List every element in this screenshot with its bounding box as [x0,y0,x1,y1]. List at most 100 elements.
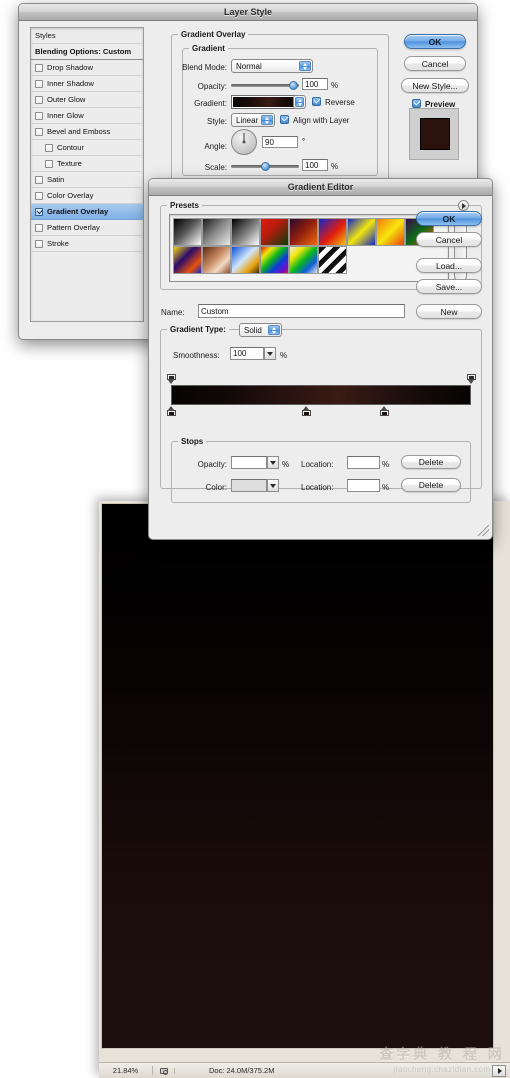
sidebar-item-inner-glow[interactable]: Inner Glow [31,108,143,124]
blend-mode-select[interactable]: Normal [231,59,313,73]
gradient-preset-orange-yellow-orange[interactable] [376,218,405,246]
gradient-ramp[interactable] [171,385,471,405]
effect-checkbox[interactable] [35,63,43,72]
sidebar-item-contour[interactable]: Contour [31,140,143,156]
save-button[interactable]: Save... [416,279,482,294]
sidebar-item-gradient-overlay[interactable]: Gradient Overlay [31,204,143,220]
presets-menu-icon[interactable] [458,200,469,211]
sidebar-item-inner-shadow[interactable]: Inner Shadow [31,76,143,92]
gradient-preset-violet-orange[interactable] [289,218,318,246]
smoothness-dropdown-button[interactable] [264,347,276,360]
zoom-level[interactable]: 21.84% [99,1066,153,1075]
sidebar-item-bevel-and-emboss[interactable]: Bevel and Emboss [31,124,143,140]
new-gradient-button[interactable]: New [416,304,482,319]
sidebar-item-drop-shadow[interactable]: Drop Shadow [31,60,143,76]
gradient-preset-red-green[interactable] [260,218,289,246]
effect-checkbox[interactable] [35,79,43,88]
effect-checkbox[interactable] [35,111,43,120]
gradient-preset-copper[interactable] [202,246,231,274]
delete-opacity-stop-button[interactable]: Delete [401,455,461,469]
gradient-preset-spectrum[interactable] [260,246,289,274]
sidebar-item-satin[interactable]: Satin [31,172,143,188]
effect-checkbox[interactable] [35,239,43,248]
blend-mode-value: Normal [236,61,262,71]
gradient-preset-blue-red-yellow[interactable] [318,218,347,246]
document-canvas[interactable] [101,503,494,1049]
gradient-name-input[interactable]: Custom [198,304,405,318]
style-select[interactable]: Linear [231,113,275,127]
gradient-preset-foreground-to-background[interactable] [173,218,202,246]
stop-color-location-input[interactable] [347,479,380,492]
delete-color-stop-button[interactable]: Delete [401,478,461,492]
angle-input[interactable]: 90 [262,136,298,148]
smoothness-input[interactable]: 100 [230,347,264,360]
gradient-preview-swatch[interactable] [231,95,298,109]
effect-checkbox[interactable] [35,95,43,104]
chevron-updown-icon [261,115,273,125]
layer-style-titlebar[interactable]: Layer Style [19,4,477,21]
styles-header-label: Styles [35,31,56,40]
gradient-editor-ok-button[interactable]: OK [416,211,482,226]
opacity-stop-0[interactable] [166,374,176,384]
styles-list-header[interactable]: Styles [31,28,143,44]
color-stop-2[interactable] [379,406,389,416]
effect-checkbox[interactable] [45,159,53,168]
scale-slider[interactable] [231,161,299,171]
sidebar-item-stroke[interactable]: Stroke [31,236,143,252]
color-stop-0[interactable] [166,406,176,416]
stop-opacity-label: Opacity: [197,460,227,469]
gradient-preset-transparent-rainbow[interactable] [289,246,318,274]
document-status-bar: 21.84% Doc: 24.0M/375.2M [99,1062,510,1078]
resize-grip[interactable] [478,525,489,536]
opacity-input[interactable]: 100 [302,78,328,90]
stop-color-swatch[interactable] [231,479,267,492]
effect-checkbox[interactable] [35,191,43,200]
opacity-unit: % [331,81,339,90]
gradient-editor-cancel-button[interactable]: Cancel [416,232,482,247]
stop-color-location-label: Location: [301,483,334,492]
opacity-stop-1[interactable] [466,374,476,384]
gradient-preset-black-white[interactable] [231,218,260,246]
sidebar-item-texture[interactable]: Texture [31,156,143,172]
gradient-preset-blue-yellow-blue[interactable] [347,218,376,246]
document-window: 21.84% Doc: 24.0M/375.2M [99,501,510,1078]
scale-input[interactable]: 100 [302,159,328,171]
gradient-preset-yellow-violet-orange-blue[interactable] [173,246,202,274]
sidebar-item-pattern-overlay[interactable]: Pattern Overlay [31,220,143,236]
styles-list[interactable]: Styles Blending Options: Custom Drop Sha… [30,27,144,322]
gradient-preset-foreground-to-transparent[interactable] [202,218,231,246]
reverse-label: Reverse [325,98,355,107]
scale-value: 100 [305,160,319,170]
stop-opacity-location-unit: % [382,460,390,469]
sidebar-item-color-overlay[interactable]: Color Overlay [31,188,143,204]
layer-style-cancel-button[interactable]: Cancel [404,56,466,71]
opacity-slider[interactable] [231,80,299,90]
stop-opacity-dropdown-button[interactable] [267,456,279,469]
presets-well[interactable] [169,214,449,282]
align-with-layer-checkbox[interactable] [280,115,289,124]
reverse-checkbox[interactable] [312,97,321,106]
effect-checkbox[interactable] [45,143,53,152]
preview-checkbox[interactable] [412,99,421,108]
effect-checkbox[interactable] [35,223,43,232]
sidebar-item-blending-options[interactable]: Blending Options: Custom [31,44,143,60]
effect-checkbox[interactable] [35,207,43,216]
stop-color-dropdown-button[interactable] [267,479,279,492]
new-style-button[interactable]: New Style... [401,78,469,93]
gradient-picker-button[interactable] [293,95,306,109]
layer-style-ok-button[interactable]: OK [404,34,466,49]
angle-dial[interactable] [231,129,257,155]
effect-checkbox[interactable] [35,175,43,184]
gradient-editor-titlebar[interactable]: Gradient Editor [149,179,492,196]
load-button[interactable]: Load... [416,258,482,273]
gradient-type-select[interactable]: Solid [239,323,282,337]
effect-checkbox[interactable] [35,127,43,136]
stop-opacity-input[interactable] [231,456,267,469]
style-value: Linear [236,115,259,125]
gradient-preset-transparent-stripes[interactable] [318,246,347,274]
status-menu-button[interactable] [492,1064,506,1077]
gradient-preset-chrome[interactable] [231,246,260,274]
color-stop-1[interactable] [301,406,311,416]
stop-opacity-location-input[interactable] [347,456,380,469]
sidebar-item-outer-glow[interactable]: Outer Glow [31,92,143,108]
